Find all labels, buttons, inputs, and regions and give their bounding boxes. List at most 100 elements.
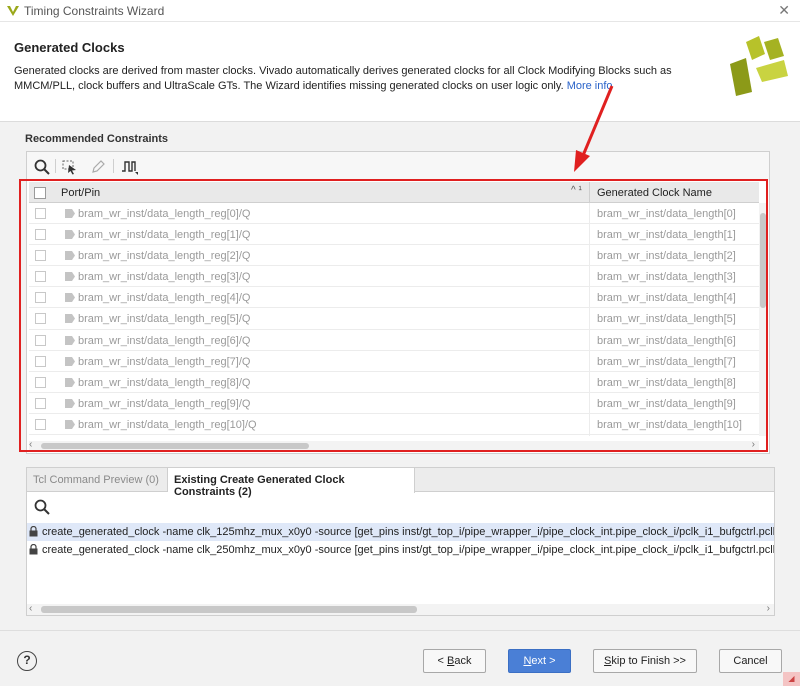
- pin-icon: [65, 398, 75, 408]
- resize-grip-icon[interactable]: ◢: [783, 672, 800, 686]
- pin-icon: [65, 335, 75, 345]
- generated-clock-name-cell[interactable]: bram_wr_inst/data_length[1]: [597, 229, 736, 241]
- next-button-label: ext >: [531, 655, 556, 667]
- column-separator[interactable]: [589, 182, 590, 203]
- tab-existing-generated-clock-constraints[interactable]: Existing Create Generated Clock Constrai…: [168, 468, 415, 498]
- select-icon[interactable]: [61, 158, 79, 176]
- help-button[interactable]: ?: [17, 651, 37, 671]
- lock-icon: [29, 544, 38, 555]
- pin-icon: [65, 209, 75, 218]
- column-separator: [589, 224, 590, 246]
- row-checkbox[interactable]: [35, 334, 46, 346]
- scroll-right-icon[interactable]: ›: [752, 439, 755, 450]
- footer-divider: [0, 630, 800, 631]
- column-header-generated-clock-name[interactable]: Generated Clock Name: [597, 187, 712, 199]
- next-button[interactable]: Next >: [508, 649, 571, 673]
- table-row[interactable]: bram_wr_inst/data_length_reg[6]/Q bram_wr…: [29, 329, 759, 351]
- port-pin-cell: bram_wr_inst/data_length_reg[7]/Q: [78, 355, 251, 368]
- lock-icon: [29, 526, 38, 537]
- toolbar-separator: [113, 159, 114, 173]
- table-row[interactable]: bram_wr_inst/data_length_reg[5]/Q bram_wr…: [29, 308, 759, 330]
- pin-icon: [65, 314, 75, 324]
- scrollbar-thumb[interactable]: [41, 443, 309, 449]
- scrollbar-thumb[interactable]: [41, 606, 417, 613]
- port-pin-cell: bram_wr_inst/data_length_reg[2]/Q: [78, 250, 251, 263]
- row-checkbox[interactable]: [35, 292, 46, 304]
- wizard-header: Generated Clocks Generated clocks are de…: [0, 22, 800, 122]
- port-pin-cell: bram_wr_inst/data_length_reg[4]/Q: [78, 292, 251, 305]
- recommended-constraints-label: Recommended Constraints: [25, 133, 169, 145]
- generated-clock-name-cell[interactable]: bram_wr_inst/data_length[7]: [597, 356, 736, 368]
- list-item[interactable]: create_generated_clock -name clk_250mhz_…: [27, 541, 774, 559]
- sort-ascending-icon[interactable]: ^ ¹: [571, 185, 582, 196]
- scroll-right-icon[interactable]: ›: [767, 603, 770, 614]
- row-checkbox[interactable]: [35, 313, 46, 325]
- column-separator: [589, 287, 590, 309]
- row-checkbox[interactable]: [35, 271, 46, 283]
- generated-clock-name-cell[interactable]: bram_wr_inst/data_length[5]: [597, 313, 736, 325]
- generated-clock-name-cell[interactable]: bram_wr_inst/data_length[2]: [597, 250, 736, 262]
- port-pin-cell: bram_wr_inst/data_length_reg[9]/Q: [78, 397, 251, 410]
- cancel-button[interactable]: Cancel: [719, 649, 782, 673]
- port-pin-cell: bram_wr_inst/data_length_reg[1]/Q: [78, 229, 251, 242]
- more-info-link[interactable]: More info: [567, 80, 613, 92]
- table-row[interactable]: bram_wr_inst/data_length_reg[4]/Q bram_wr…: [29, 287, 759, 309]
- scroll-left-icon[interactable]: ‹: [29, 439, 32, 450]
- vivado-app-icon: [7, 6, 19, 16]
- vivado-logo-icon: [730, 36, 788, 96]
- list-horizontal-scrollbar[interactable]: ‹ ›: [27, 603, 774, 615]
- column-separator: [589, 329, 590, 351]
- row-checkbox[interactable]: [35, 376, 46, 388]
- edit-icon[interactable]: [89, 158, 107, 176]
- scroll-left-icon[interactable]: ‹: [29, 603, 32, 614]
- tab-tcl-command-preview[interactable]: Tcl Command Preview (0): [27, 468, 168, 492]
- generated-clock-name-cell[interactable]: bram_wr_inst/data_length[6]: [597, 335, 736, 347]
- generated-clock-name-cell[interactable]: bram_wr_inst/data_length[4]: [597, 292, 736, 304]
- back-button[interactable]: < Back: [423, 649, 486, 673]
- skip-to-finish-button[interactable]: Skip to Finish >>: [593, 649, 697, 673]
- existing-constraints-toolbar: [27, 493, 774, 519]
- port-pin-cell: bram_wr_inst/data_length_reg[5]/Q: [78, 313, 251, 326]
- table-horizontal-scrollbar[interactable]: ‹ ›: [29, 439, 759, 451]
- row-checkbox[interactable]: [35, 208, 46, 219]
- table-row[interactable]: bram_wr_inst/data_length_reg[1]/Q bram_wr…: [29, 224, 759, 246]
- search-icon[interactable]: [33, 498, 51, 516]
- table-row[interactable]: bram_wr_inst/data_length_reg[3]/Q bram_wr…: [29, 266, 759, 288]
- recommended-toolbar: [27, 152, 769, 180]
- row-checkbox[interactable]: [35, 397, 46, 409]
- row-checkbox[interactable]: [35, 355, 46, 367]
- scrollbar-thumb[interactable]: [760, 213, 766, 308]
- generated-clock-name-cell[interactable]: bram_wr_inst/data_length[8]: [597, 377, 736, 389]
- generated-clock-name-cell[interactable]: bram_wr_inst/data_length[3]: [597, 271, 736, 283]
- table-row[interactable]: bram_wr_inst/data_length_reg[0]/Q bram_wr…: [29, 203, 759, 225]
- existing-constraints-panel: Tcl Command Preview (0) Existing Create …: [26, 467, 775, 616]
- pin-icon: [65, 293, 75, 303]
- table-row[interactable]: bram_wr_inst/data_length_reg[2]/Q bram_wr…: [29, 245, 759, 267]
- port-pin-cell: bram_wr_inst/data_length_reg[6]/Q: [78, 334, 251, 347]
- list-item[interactable]: create_generated_clock -name clk_125mhz_…: [27, 523, 774, 541]
- table-row[interactable]: bram_wr_inst/data_length_reg[10]/Q bram_w…: [29, 413, 759, 436]
- row-checkbox[interactable]: [35, 418, 46, 430]
- table-row[interactable]: bram_wr_inst/data_length_reg[8]/Q bram_wr…: [29, 371, 759, 393]
- constraint-text: create_generated_clock -name clk_125mhz_…: [42, 526, 774, 538]
- pin-icon: [65, 377, 75, 387]
- back-button-prefix: <: [437, 655, 447, 667]
- constraint-text: create_generated_clock -name clk_250mhz_…: [42, 544, 774, 556]
- generated-clock-name-cell[interactable]: bram_wr_inst/data_length[10]: [597, 419, 742, 431]
- table-row[interactable]: bram_wr_inst/data_length_reg[11]/Qbram_w…: [29, 435, 759, 436]
- column-separator: [589, 245, 590, 267]
- row-checkbox[interactable]: [35, 229, 46, 241]
- close-icon[interactable]: ✕: [778, 2, 790, 19]
- generated-clock-name-cell[interactable]: bram_wr_inst/data_length[9]: [597, 398, 736, 410]
- select-all-checkbox[interactable]: [34, 187, 46, 199]
- title-bar: Timing Constraints Wizard ✕: [0, 0, 800, 22]
- waveform-icon[interactable]: [121, 158, 139, 176]
- table-row[interactable]: bram_wr_inst/data_length_reg[9]/Q bram_wr…: [29, 392, 759, 414]
- table-vertical-scrollbar[interactable]: [759, 203, 767, 436]
- column-separator: [589, 350, 590, 372]
- search-icon[interactable]: [33, 158, 51, 176]
- table-row[interactable]: bram_wr_inst/data_length_reg[7]/Q bram_wr…: [29, 350, 759, 372]
- row-checkbox[interactable]: [35, 250, 46, 262]
- column-header-port-pin[interactable]: Port/Pin: [61, 187, 100, 199]
- generated-clock-name-cell[interactable]: bram_wr_inst/data_length[0]: [597, 208, 736, 220]
